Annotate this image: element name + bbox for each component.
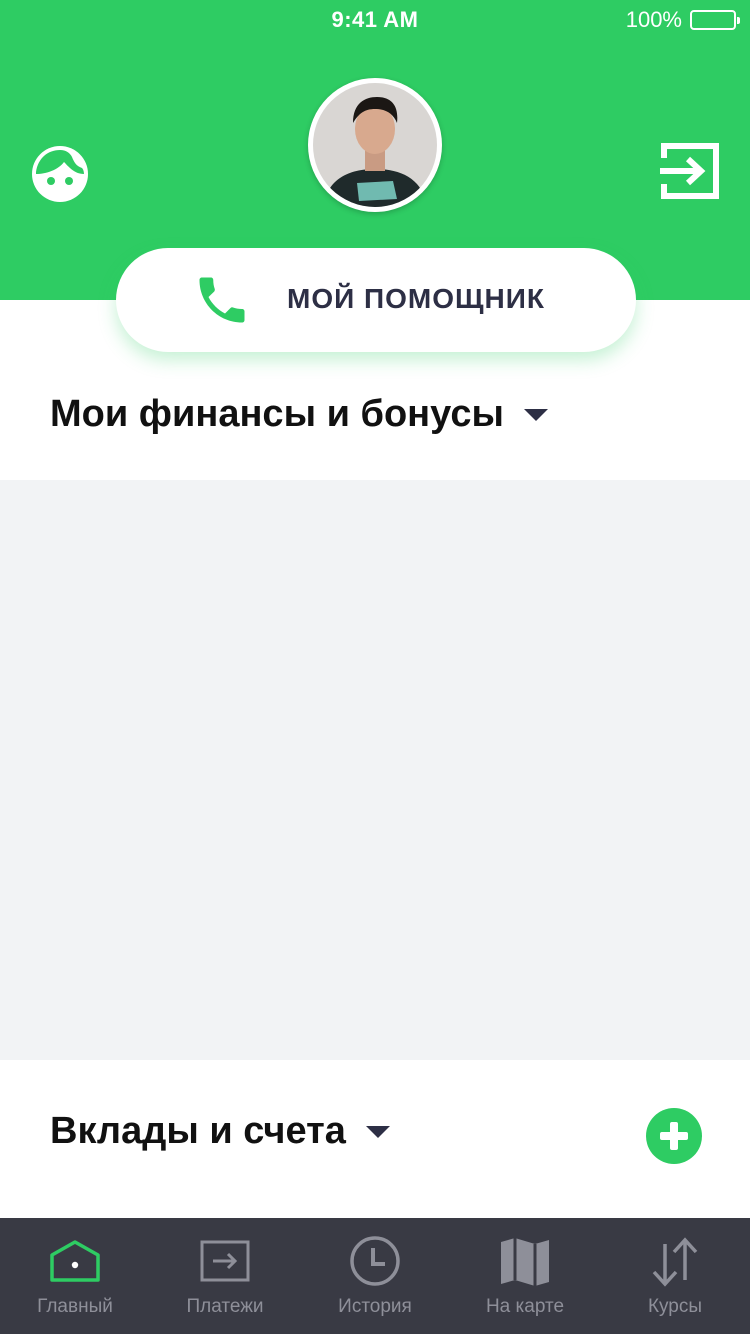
tab-map[interactable]: На карте [450,1218,600,1334]
face-icon [32,146,88,202]
finances-section-title: Мои финансы и бонусы [50,393,504,435]
finances-section-toggle[interactable]: Мои финансы и бонусы [50,393,548,436]
avatar-photo [313,83,437,207]
profile-button[interactable] [30,144,90,204]
tab-home[interactable]: Главный [0,1218,150,1334]
payments-icon [200,1240,250,1282]
tab-payments-label: Платежи [186,1296,264,1317]
tab-home-label: Главный [37,1296,113,1317]
add-deposit-button[interactable] [646,1108,702,1164]
chevron-down-icon [523,408,548,421]
tab-history-label: История [338,1296,412,1317]
tab-map-label: На карте [485,1296,565,1317]
phone-icon [199,277,245,323]
home-icon [50,1240,100,1282]
my-helper-label: МОЙ ПОМОЩНИК [287,283,545,314]
avatar[interactable] [308,78,442,212]
deposits-section-title: Вклады и счета [50,1110,346,1152]
chevron-down-icon [365,1125,390,1138]
tab-rates-label: Курсы [647,1296,703,1317]
map-icon [501,1238,549,1286]
tab-bar: Главный Платежи История На карте Курсы [0,1218,750,1334]
battery-percent: 100% [625,7,682,32]
tab-payments[interactable]: Платежи [150,1218,300,1334]
tab-rates[interactable]: Курсы [600,1218,750,1334]
battery-indicator: 100% [625,7,740,33]
exchange-icon [652,1237,698,1287]
battery-icon [690,10,740,30]
tab-history[interactable]: История [300,1218,450,1334]
finances-content-area [0,480,750,1060]
logout-icon [660,143,719,199]
deposits-section-toggle[interactable]: Вклады и счета [50,1110,390,1153]
clock-icon [350,1236,400,1286]
status-bar: 9:41 AM 100% [0,0,750,40]
logout-button[interactable] [656,140,722,202]
my-helper-button[interactable]: МОЙ ПОМОЩНИК [116,248,636,352]
